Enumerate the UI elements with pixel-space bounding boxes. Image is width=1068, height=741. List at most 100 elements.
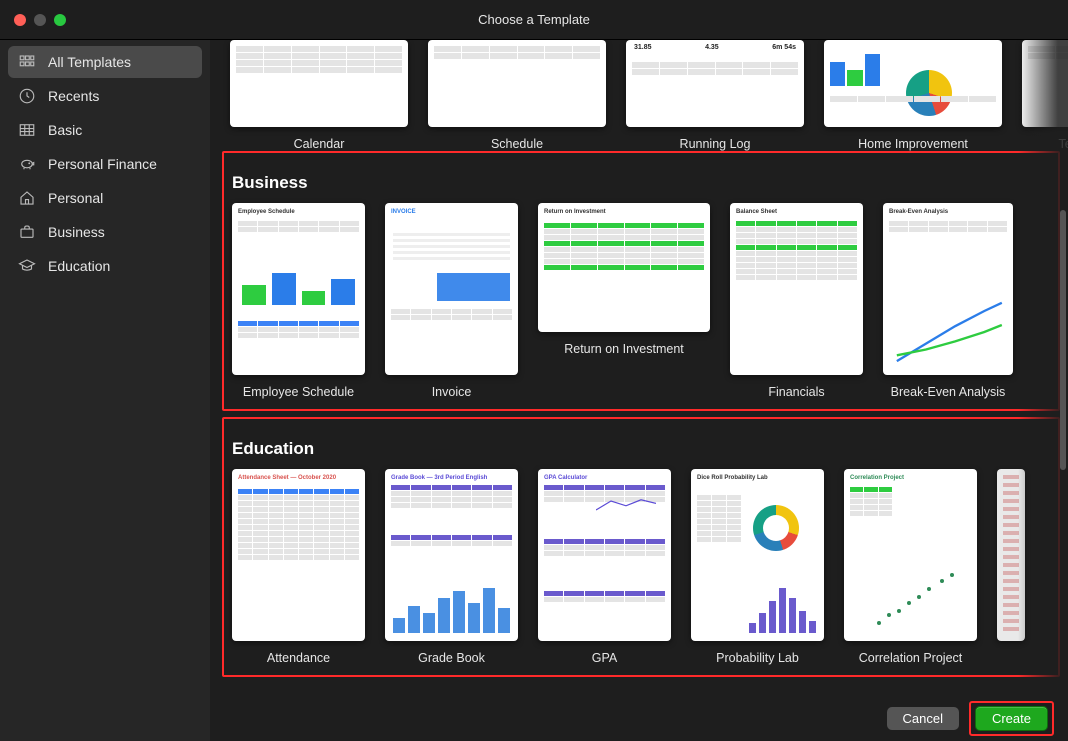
template-thumb: Balance Sheet <box>730 203 863 375</box>
thumb-title: Break-Even Analysis <box>889 209 948 215</box>
highlight-create-button: Create <box>969 701 1054 736</box>
thumb-title: GPA Calculator <box>544 475 587 481</box>
sidebar-item-label: Personal <box>48 190 103 206</box>
template-schedule[interactable]: Schedule <box>428 40 606 151</box>
traffic-lights <box>0 14 210 26</box>
section-title-education: Education <box>232 425 1050 469</box>
sidebar-item-personal[interactable]: Personal <box>8 182 202 214</box>
running-stat: 31.85 <box>634 44 652 51</box>
template-thumb <box>230 40 408 127</box>
template-caption: Correlation Project <box>859 651 963 665</box>
template-caption: Employee Schedule <box>243 385 354 399</box>
template-thumb <box>1022 40 1068 127</box>
template-thumb: Return on Investment <box>538 203 710 332</box>
section-title-business: Business <box>232 159 1050 203</box>
template-thumb <box>824 40 1002 127</box>
template-running-log[interactable]: 31.85 4.35 6m 54s Running Log <box>626 40 804 151</box>
template-caption: Break-Even Analysis <box>891 385 1006 399</box>
highlight-education-section: Education Attendance Sheet — October 202… <box>222 417 1060 677</box>
sidebar-item-personal-finance[interactable]: Personal Finance <box>8 148 202 180</box>
window-title: Choose a Template <box>210 12 1068 27</box>
sidebar: All Templates Recents Basic Personal Fin… <box>0 40 210 741</box>
template-thumb <box>428 40 606 127</box>
thumb-title: Dice Roll Probability Lab <box>697 475 768 481</box>
sidebar-item-label: Recents <box>48 88 99 104</box>
sidebar-item-recents[interactable]: Recents <box>8 80 202 112</box>
home-icon <box>18 189 36 207</box>
running-stat: 6m 54s <box>772 44 796 51</box>
table-icon <box>18 121 36 139</box>
scrollbar[interactable] <box>1060 210 1066 470</box>
sidebar-item-label: Basic <box>48 122 82 138</box>
template-caption: Team Organization <box>1059 137 1068 151</box>
close-window-icon[interactable] <box>14 14 26 26</box>
template-gallery: Calendar Schedule 31.85 4.35 6m 54s <box>210 40 1068 741</box>
template-calendar[interactable]: Calendar <box>230 40 408 151</box>
sidebar-item-label: Business <box>48 224 105 240</box>
piggy-icon <box>18 155 36 173</box>
thumb-title: Employee Schedule <box>238 209 295 215</box>
template-grade-book[interactable]: Grade Book — 3rd Period English <box>385 469 518 665</box>
template-caption: Schedule <box>491 137 543 151</box>
template-correlation-project[interactable]: Correlation Project Correlation Project <box>844 469 977 665</box>
running-stat: 4.35 <box>705 44 719 51</box>
cancel-button[interactable]: Cancel <box>887 707 959 730</box>
template-caption: Calendar <box>294 137 345 151</box>
template-caption: Financials <box>768 385 824 399</box>
clock-icon <box>18 87 36 105</box>
maximize-window-icon[interactable] <box>54 14 66 26</box>
sidebar-item-education[interactable]: Education <box>8 250 202 282</box>
template-partial-next[interactable] <box>997 469 1025 665</box>
template-row-top: Calendar Schedule 31.85 4.35 6m 54s <box>230 40 1048 151</box>
thumb-title: Return on Investment <box>544 209 606 215</box>
template-thumb: Correlation Project <box>844 469 977 641</box>
template-thumb: Employee Schedule <box>232 203 365 375</box>
template-caption: Invoice <box>432 385 472 399</box>
template-attendance[interactable]: Attendance Sheet — October 2020 <box>232 469 365 665</box>
template-gpa[interactable]: GPA Calculator <box>538 469 671 665</box>
minimize-window-icon[interactable] <box>34 14 46 26</box>
sidebar-item-basic[interactable]: Basic <box>8 114 202 146</box>
sidebar-item-label: Personal Finance <box>48 156 157 172</box>
thumb-title: Correlation Project <box>850 475 904 481</box>
template-break-even-analysis[interactable]: Break-Even Analysis Break-Even Analysis <box>883 203 1013 399</box>
thumb-title: Attendance Sheet — October 2020 <box>238 475 336 481</box>
template-caption: Probability Lab <box>716 651 799 665</box>
template-thumb: INVOICE <box>385 203 518 375</box>
template-caption: Home Improvement <box>858 137 968 151</box>
template-team-organization[interactable]: Team Organization <box>1022 40 1068 151</box>
create-button[interactable]: Create <box>975 706 1048 731</box>
template-caption: Return on Investment <box>564 342 684 356</box>
template-thumb: 31.85 4.35 6m 54s <box>626 40 804 127</box>
template-thumb: Grade Book — 3rd Period English <box>385 469 518 641</box>
template-caption: Attendance <box>267 651 330 665</box>
grid-icon <box>18 53 36 71</box>
template-probability-lab[interactable]: Dice Roll Probability Lab Probability La… <box>691 469 824 665</box>
template-thumb: GPA Calculator <box>538 469 671 641</box>
sidebar-item-all-templates[interactable]: All Templates <box>8 46 202 78</box>
sidebar-item-label: All Templates <box>48 54 131 70</box>
highlight-business-section: Business Employee Schedule <box>222 151 1060 411</box>
template-row-business: Employee Schedule Employee Schedule <box>232 203 1050 399</box>
donut-chart-icon <box>753 505 799 551</box>
template-return-on-investment[interactable]: Return on Investment <box>538 203 710 399</box>
template-thumb: Dice Roll Probability Lab <box>691 469 824 641</box>
template-financials[interactable]: Balance Sheet <box>730 203 863 399</box>
template-caption: GPA <box>592 651 617 665</box>
thumb-title: INVOICE <box>391 209 416 215</box>
thumb-title: Grade Book — 3rd Period English <box>391 475 487 481</box>
titlebar: Choose a Template <box>0 0 1068 40</box>
template-home-improvement[interactable]: Home Improvement <box>824 40 1002 151</box>
thumb-title: Balance Sheet <box>736 209 777 215</box>
template-thumb: Break-Even Analysis <box>883 203 1013 375</box>
gradcap-icon <box>18 257 36 275</box>
template-thumb: Attendance Sheet — October 2020 <box>232 469 365 641</box>
bottom-toolbar: Cancel Create <box>210 696 1068 741</box>
template-caption: Running Log <box>680 137 751 151</box>
template-employee-schedule[interactable]: Employee Schedule Employee Schedule <box>232 203 365 399</box>
template-caption: Grade Book <box>418 651 485 665</box>
sidebar-item-label: Education <box>48 258 110 274</box>
briefcase-icon <box>18 223 36 241</box>
sidebar-item-business[interactable]: Business <box>8 216 202 248</box>
template-invoice[interactable]: INVOICE Invoice <box>385 203 518 399</box>
